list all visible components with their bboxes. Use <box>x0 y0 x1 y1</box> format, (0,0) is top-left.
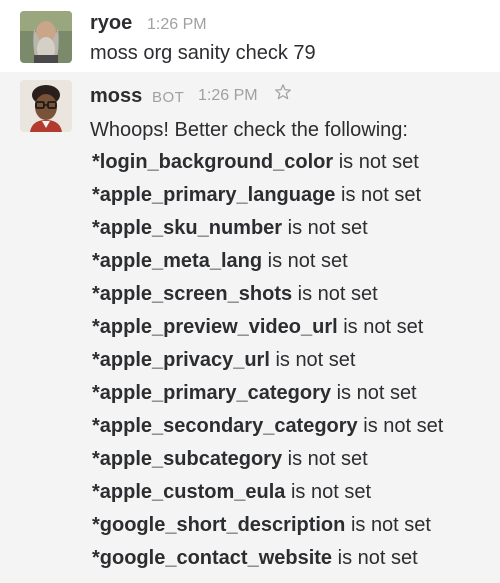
field-status: is not set <box>287 448 368 470</box>
message-text: moss org sanity check 79 <box>90 42 316 64</box>
field-name: *login_background_color <box>92 151 334 173</box>
message-intro: Whoops! Better check the following: <box>90 119 408 141</box>
bot-badge: BOT <box>152 89 185 106</box>
field-status: is not set <box>343 316 424 338</box>
missing-fields-list: *login_background_color is not set *apple… <box>90 146 500 575</box>
field-status: is not set <box>337 547 418 569</box>
field-status: is not set <box>350 514 431 536</box>
field-name: *apple_custom_eula <box>92 481 286 503</box>
field-name: *apple_sku_number <box>92 217 283 239</box>
list-item: *apple_privacy_url is not set <box>90 344 500 377</box>
list-item: *google_short_description is not set <box>90 509 500 542</box>
list-item: *apple_primary_category is not set <box>90 377 500 410</box>
avatar[interactable] <box>20 11 72 63</box>
field-name: *apple_secondary_category <box>92 415 358 437</box>
field-status: is not set <box>290 481 372 503</box>
field-name: *google_contact_website <box>92 547 333 569</box>
message-ryoe: ryoe 1:26 PM moss org sanity check 79 <box>0 0 500 72</box>
list-item: *apple_preview_video_url is not set <box>90 311 500 344</box>
author-name[interactable]: moss <box>90 85 142 108</box>
list-item: *apple_primary_language is not set <box>90 179 500 212</box>
list-item: *apple_custom_eula is not set <box>90 476 500 509</box>
field-status: is not set <box>336 382 417 404</box>
field-name: *apple_screen_shots <box>92 283 293 305</box>
list-item: *apple_screen_shots is not set <box>90 278 500 311</box>
list-item: *apple_meta_lang is not set <box>90 245 500 278</box>
field-status: is not set <box>363 415 444 437</box>
field-status: is not set <box>287 217 368 239</box>
field-name: *google_short_description <box>92 514 346 536</box>
field-name: *apple_primary_category <box>92 382 332 404</box>
list-item: *apple_subcategory is not set <box>90 443 500 476</box>
field-status: is not set <box>297 283 378 305</box>
list-item: *login_background_color is not set <box>90 146 500 179</box>
field-name: *apple_meta_lang <box>92 250 263 272</box>
list-item: *apple_secondary_category is not set <box>90 410 500 443</box>
list-item: *apple_sku_number is not set <box>90 212 500 245</box>
list-item: *google_contact_website is not set <box>90 542 500 575</box>
field-name: *apple_subcategory <box>92 448 283 470</box>
message-moss: moss BOT 1:26 PM Whoops! Better check th… <box>0 72 500 583</box>
field-status: is not set <box>338 151 419 173</box>
field-status: is not set <box>275 349 356 371</box>
timestamp[interactable]: 1:26 PM <box>147 16 207 34</box>
field-status: is not set <box>267 250 348 272</box>
timestamp[interactable]: 1:26 PM <box>198 87 258 105</box>
field-status: is not set <box>341 184 422 206</box>
field-name: *apple_privacy_url <box>92 349 270 371</box>
star-icon[interactable] <box>274 83 292 106</box>
avatar[interactable] <box>20 80 72 132</box>
field-name: *apple_primary_language <box>92 184 336 206</box>
author-name[interactable]: ryoe <box>90 12 132 35</box>
field-name: *apple_preview_video_url <box>92 316 338 338</box>
